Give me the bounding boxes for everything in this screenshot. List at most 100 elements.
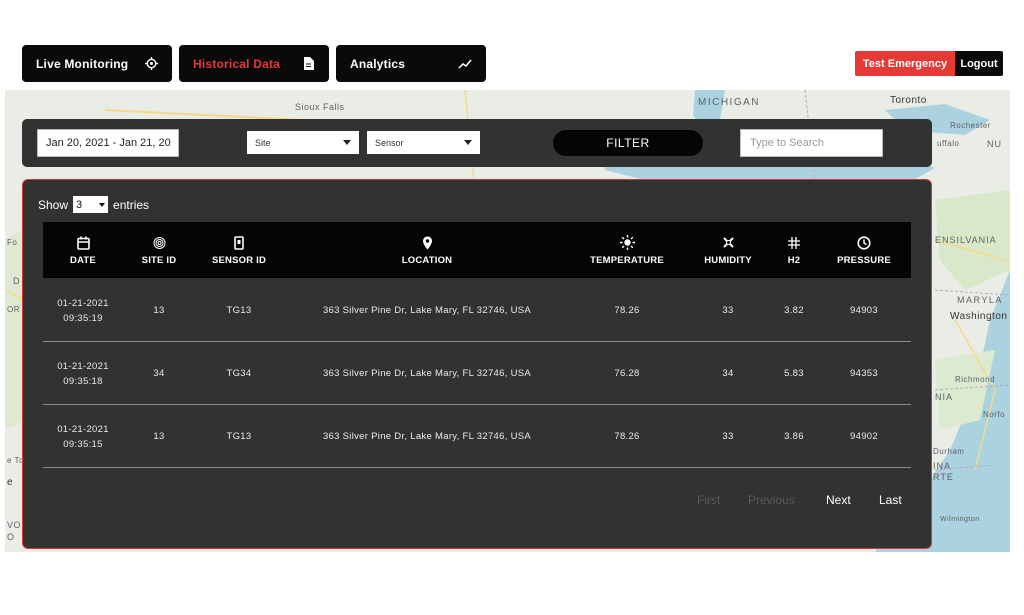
table-header: DATE SITE ID SENSOR ID LOCATION TEMPERAT… xyxy=(43,222,911,278)
cell-site-id: 13 xyxy=(153,305,165,316)
pagination-last[interactable]: Last xyxy=(879,493,902,507)
chevron-down-icon xyxy=(99,202,106,207)
entries-select-value: 3 xyxy=(76,198,83,211)
map-label: NU xyxy=(987,139,1002,149)
pagination-previous[interactable]: Previous xyxy=(748,493,795,507)
search-input[interactable]: Type to Search xyxy=(740,129,883,157)
map-label: Washington xyxy=(950,311,1008,322)
map-label: OR xyxy=(7,305,20,314)
column-header-site-id[interactable]: SITE ID xyxy=(129,222,189,278)
cell-humidity: 34 xyxy=(722,368,734,379)
logout-button[interactable]: Logout xyxy=(955,51,1003,76)
sensor-select[interactable]: Sensor xyxy=(367,131,480,154)
map-label: Fo xyxy=(7,238,18,247)
nav-live-monitoring-label: Live Monitoring xyxy=(36,56,129,71)
grid-icon xyxy=(788,235,800,251)
pagination-next[interactable]: Next xyxy=(826,493,851,507)
map-label: Sioux Falls xyxy=(295,102,345,112)
cell-pressure: 94902 xyxy=(850,431,878,442)
map-label: VO xyxy=(7,520,22,530)
column-header-date[interactable]: DATE xyxy=(53,222,113,278)
nav-historical-data-label: Historical Data xyxy=(193,56,281,71)
cell-sensor-id: TG13 xyxy=(226,431,252,442)
column-header-label: SITE ID xyxy=(141,254,177,266)
column-header-label: HUMIDITY xyxy=(704,254,752,266)
cell-sensor-id: TG34 xyxy=(226,368,252,379)
humidity-icon xyxy=(722,235,735,251)
column-header-h2[interactable]: H2 xyxy=(779,222,809,278)
cell-location: 363 Silver Pine Dr, Lake Mary, FL 32746,… xyxy=(322,431,532,442)
chevron-down-icon xyxy=(464,140,472,145)
nav-historical-data[interactable]: Historical Data xyxy=(179,45,329,82)
filter-button[interactable]: FILTER xyxy=(553,130,703,156)
cell-sensor-id: TG13 xyxy=(226,305,252,316)
column-header-label: TEMPERATURE xyxy=(590,254,664,266)
site-select[interactable]: Site xyxy=(247,131,359,154)
chevron-down-icon xyxy=(343,140,351,145)
cell-temperature: 78.26 xyxy=(614,431,640,442)
cell-date-day: 01-21-2021 xyxy=(57,423,109,435)
fingerprint-icon xyxy=(153,235,166,251)
entries-select[interactable]: 3 xyxy=(73,196,109,213)
map-label: Rochester xyxy=(950,121,991,130)
table-row[interactable]: 01-21-2021 09:35:15 13 TG13 363 Silver P… xyxy=(43,405,911,468)
map-label: Richmond xyxy=(955,375,996,384)
nav-live-monitoring[interactable]: Live Monitoring xyxy=(22,45,172,82)
document-icon xyxy=(301,57,315,71)
cell-h2: 5.83 xyxy=(784,368,804,379)
entries-control: Show 3 entries xyxy=(38,196,149,213)
cell-location: 363 Silver Pine Dr, Lake Mary, FL 32746,… xyxy=(322,368,532,379)
cell-humidity: 33 xyxy=(722,305,734,316)
map-pin-icon xyxy=(422,235,433,251)
map-label: Norfo xyxy=(983,410,1006,419)
data-table-panel: Show 3 entries DATE SITE ID SENSOR ID LO… xyxy=(22,179,932,549)
map-label: Wilmington xyxy=(940,516,980,523)
sun-icon xyxy=(619,235,635,251)
top-right-actions: Test Emergency Logout xyxy=(855,51,1003,76)
pagination-first[interactable]: First xyxy=(697,493,720,507)
column-header-label: SENSOR ID xyxy=(211,254,267,266)
column-header-location[interactable]: LOCATION xyxy=(387,222,467,278)
cell-temperature: 78.26 xyxy=(614,305,640,316)
map-label: INA xyxy=(933,461,952,471)
map-label: Toronto xyxy=(890,95,927,106)
nav-analytics[interactable]: Analytics xyxy=(336,45,486,82)
map-label: MARYLA xyxy=(957,295,1003,305)
filter-bar: Jan 20, 2021 - Jan 21, 20 Site Sensor FI… xyxy=(22,119,932,167)
cell-pressure: 94353 xyxy=(850,368,878,379)
column-header-pressure[interactable]: PRESSURE xyxy=(833,222,895,278)
cell-temperature: 76.28 xyxy=(614,368,640,379)
test-emergency-button[interactable]: Test Emergency xyxy=(855,51,955,76)
cell-date: 01-21-2021 09:35:18 xyxy=(48,342,118,405)
map-label: Durham xyxy=(933,447,965,456)
cell-date-day: 01-21-2021 xyxy=(57,297,109,309)
map-label: NIA xyxy=(935,392,954,402)
column-header-temperature[interactable]: TEMPERATURE xyxy=(586,222,668,278)
date-range-input[interactable]: Jan 20, 2021 - Jan 21, 20 xyxy=(37,129,179,157)
cell-location: 363 Silver Pine Dr, Lake Mary, FL 32746,… xyxy=(322,305,532,316)
show-label: Show xyxy=(38,197,69,212)
trend-line-icon xyxy=(458,57,472,71)
map-label: D xyxy=(13,276,20,286)
table-row[interactable]: 01-21-2021 09:35:19 13 TG13 363 Silver P… xyxy=(43,279,911,342)
column-header-sensor-id[interactable]: SENSOR ID xyxy=(203,222,275,278)
sensor-device-icon xyxy=(234,235,244,251)
site-select-label: Site xyxy=(255,137,271,148)
map-label: ENSILVANIA xyxy=(935,235,997,245)
cell-date-time: 09:35:15 xyxy=(63,438,103,450)
column-header-humidity[interactable]: HUMIDITY xyxy=(696,222,760,278)
column-header-label: DATE xyxy=(70,254,96,266)
cell-site-id: 34 xyxy=(153,368,165,379)
cell-site-id: 13 xyxy=(153,431,165,442)
table-row[interactable]: 01-21-2021 09:35:18 34 TG34 363 Silver P… xyxy=(43,342,911,405)
cell-h2: 3.86 xyxy=(784,431,804,442)
sensor-select-label: Sensor xyxy=(375,137,404,148)
map-label: MICHIGAN xyxy=(698,97,760,108)
map-label: e xyxy=(7,477,14,488)
nav-analytics-label: Analytics xyxy=(350,56,406,71)
cell-date-time: 09:35:18 xyxy=(63,375,103,387)
map-label: RTE xyxy=(933,472,954,482)
clock-icon xyxy=(857,235,871,251)
cell-date: 01-21-2021 09:35:15 xyxy=(48,405,118,468)
calendar-icon xyxy=(76,235,90,251)
